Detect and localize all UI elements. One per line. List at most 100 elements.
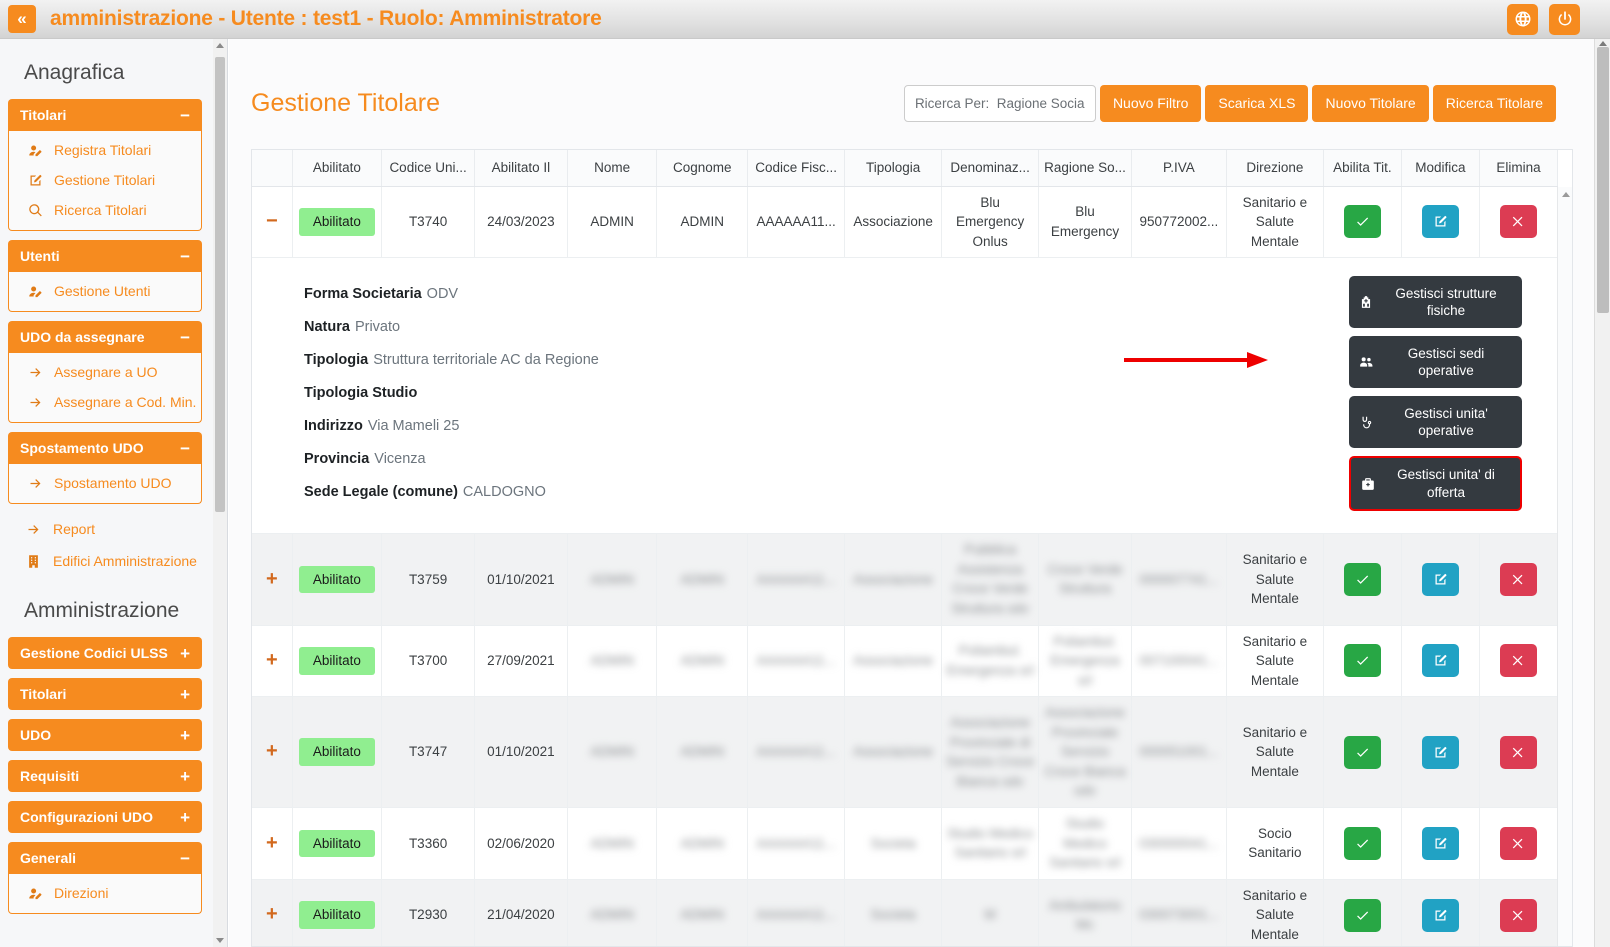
button-label: Gestisci strutture fisiche [1380, 285, 1512, 320]
nuovo-titolare-button[interactable]: Nuovo Titolare [1312, 85, 1428, 122]
sidebar-item-ricerca-titolari[interactable]: Ricerca Titolari [9, 195, 201, 225]
plus-icon[interactable]: + [266, 903, 278, 925]
row-expander-cell[interactable]: + [252, 879, 292, 947]
scroll-down-arrow-icon[interactable] [216, 938, 224, 943]
modifica-button[interactable] [1422, 205, 1459, 238]
ricerca-titolare-button[interactable]: Ricerca Titolare [1433, 85, 1556, 122]
elimina-button[interactable] [1500, 563, 1537, 596]
sidebar-item-direzioni[interactable]: Direzioni [9, 878, 201, 908]
col-abilitato[interactable]: Abilitato [292, 150, 382, 186]
sidebar-group-label: Requisiti [20, 768, 79, 784]
elimina-button[interactable] [1500, 205, 1537, 238]
abilita-titolare-button[interactable] [1344, 205, 1381, 238]
abilita-titolare-button[interactable] [1344, 827, 1381, 860]
table-row[interactable]: +AbilitatoT374701/10/2021ADMINADMINAAAAA… [252, 697, 1558, 808]
plus-icon[interactable]: + [266, 568, 278, 590]
sidebar-item-edifici-amministrazione[interactable]: Edifici Amministrazione [8, 545, 202, 577]
search-input[interactable] [904, 85, 1096, 122]
abilita-titolare-button[interactable] [1344, 899, 1381, 932]
row-expander-cell[interactable]: + [252, 625, 292, 697]
elimina-button[interactable] [1500, 736, 1537, 769]
col-nome[interactable]: Nome [567, 150, 657, 186]
col-codice-fisc[interactable]: Codice Fisc... [748, 150, 845, 186]
cell-piva: 007100041... [1131, 625, 1226, 697]
table-row[interactable]: +AbilitatoT293021/04/2020ADMINADMINAAAAA… [252, 879, 1558, 947]
gestisci-strutture-fisiche-button[interactable]: Gestisci strutture fisiche [1349, 276, 1522, 328]
gestisci-unita-di-offerta-button[interactable]: Gestisci unita' di offerta [1349, 456, 1522, 511]
sidebar-group-body-generali: Direzioni [8, 874, 202, 914]
scroll-up-arrow-icon[interactable] [216, 43, 224, 48]
col-abilitato-il[interactable]: Abilitato Il [474, 150, 567, 186]
nuovo-filtro-button[interactable]: Nuovo Filtro [1100, 85, 1201, 122]
scroll-up-arrow-icon[interactable] [1562, 192, 1570, 197]
row-expander-cell[interactable]: + [252, 697, 292, 808]
elimina-button[interactable] [1500, 644, 1537, 677]
sidebar-group-header-generali[interactable]: Generali − [8, 842, 202, 874]
language-button[interactable] [1507, 4, 1538, 35]
sidebar-scrollbar-thumb[interactable] [215, 57, 225, 512]
plus-icon[interactable]: + [266, 832, 278, 854]
modifica-button[interactable] [1422, 736, 1459, 769]
minus-icon[interactable]: − [266, 210, 278, 232]
modifica-button[interactable] [1422, 827, 1459, 860]
gestisci-sedi-operative-button[interactable]: Gestisci sedi operative [1349, 336, 1522, 388]
sidebar-group-header-udo[interactable]: UDO + [8, 719, 202, 751]
sidebar-group-header-titolari[interactable]: Titolari − [8, 99, 202, 131]
sidebar-group-header-utenti[interactable]: Utenti − [8, 240, 202, 272]
sidebar-item-spostamento-udo[interactable]: Spostamento UDO [9, 468, 201, 498]
sidebar-item-assegnare-a-uo[interactable]: Assegnare a UO [9, 357, 201, 387]
sidebar-item-gestione-utenti[interactable]: Gestione Utenti [9, 276, 201, 306]
gestisci-unita-operative-button[interactable]: Gestisci unita' operative [1349, 396, 1522, 448]
sidebar-item-registra-titolari[interactable]: Registra Titolari [9, 135, 201, 165]
abilita-titolare-button[interactable] [1344, 644, 1381, 677]
modifica-button[interactable] [1422, 644, 1459, 677]
col-cognome[interactable]: Cognome [657, 150, 748, 186]
scarica-xls-button[interactable]: Scarica XLS [1205, 85, 1308, 122]
detail-field-label: Tipologia Studio [304, 385, 417, 401]
col-denominazione[interactable]: Denominaz... [942, 150, 1039, 186]
page-scrollbar[interactable] [1594, 39, 1610, 947]
sidebar-group-header-gestione-codici-ulss[interactable]: Gestione Codici ULSS + [8, 637, 202, 669]
col-codice-uni[interactable]: Codice Uni... [382, 150, 475, 186]
cell-nome: ADMIN [567, 186, 657, 258]
header-toolbar: Nuovo Filtro Scarica XLS Nuovo Titolare … [904, 85, 1556, 122]
sidebar-group-header-spostamento-udo[interactable]: Spostamento UDO − [8, 432, 202, 464]
abilita-titolare-button[interactable] [1344, 736, 1381, 769]
cell-direzione: Sanitario e Salute Mentale [1226, 697, 1323, 808]
col-piva[interactable]: P.IVA [1131, 150, 1226, 186]
col-tipologia[interactable]: Tipologia [845, 150, 942, 186]
abilita-titolare-button[interactable] [1344, 563, 1381, 596]
plus-icon[interactable]: + [266, 740, 278, 762]
sidebar-collapse-button[interactable]: « [8, 5, 36, 33]
elimina-button[interactable] [1500, 827, 1537, 860]
table-scrollbar[interactable] [1557, 187, 1572, 947]
sidebar-group-header-requisiti[interactable]: Requisiti + [8, 760, 202, 792]
cell-piva: 030073001... [1131, 879, 1226, 947]
sidebar-item-gestione-titolari[interactable]: Gestione Titolari [9, 165, 201, 195]
logout-button[interactable] [1549, 4, 1580, 35]
sidebar-scrollbar[interactable] [213, 39, 227, 947]
table-row[interactable]: +AbilitatoT375901/10/2021ADMINADMINAAAAA… [252, 534, 1558, 625]
col-ragione-sociale[interactable]: Ragione So... [1039, 150, 1132, 186]
sidebar-item-report[interactable]: Report [8, 513, 202, 545]
sidebar-item-assegnare-a-cod-min[interactable]: Assegnare a Cod. Min. [9, 387, 201, 417]
row-expander-cell[interactable]: + [252, 534, 292, 625]
modifica-button[interactable] [1422, 563, 1459, 596]
sidebar-group-header-configurazioni-udo[interactable]: Configurazioni UDO + [8, 801, 202, 833]
table-row[interactable]: +AbilitatoT336002/06/2020ADMINADMINAAAAA… [252, 808, 1558, 880]
plus-icon[interactable]: + [266, 649, 278, 671]
modifica-button[interactable] [1422, 899, 1459, 932]
cell-cognome: ADMIN [657, 534, 748, 625]
sidebar-group-header-udo-da-assegnare[interactable]: UDO da assegnare − [8, 321, 202, 353]
table-row[interactable]: −AbilitatoT374024/03/2023ADMINADMINAAAAA… [252, 186, 1558, 258]
page-scrollbar-thumb[interactable] [1597, 47, 1609, 313]
elimina-button[interactable] [1500, 899, 1537, 932]
table-row[interactable]: +AbilitatoT370027/09/2021ADMINADMINAAAAA… [252, 625, 1558, 697]
scroll-up-arrow-icon[interactable] [1599, 41, 1607, 46]
cell-piva: 000051001... [1131, 697, 1226, 808]
row-expander-cell[interactable]: − [252, 186, 292, 258]
cell-ragione-sociale: Studio Medico Sanitario srl [1039, 808, 1132, 880]
row-expander-cell[interactable]: + [252, 808, 292, 880]
sidebar-group-header-titolari-admin[interactable]: Titolari + [8, 678, 202, 710]
col-direzione[interactable]: Direzione [1226, 150, 1323, 186]
